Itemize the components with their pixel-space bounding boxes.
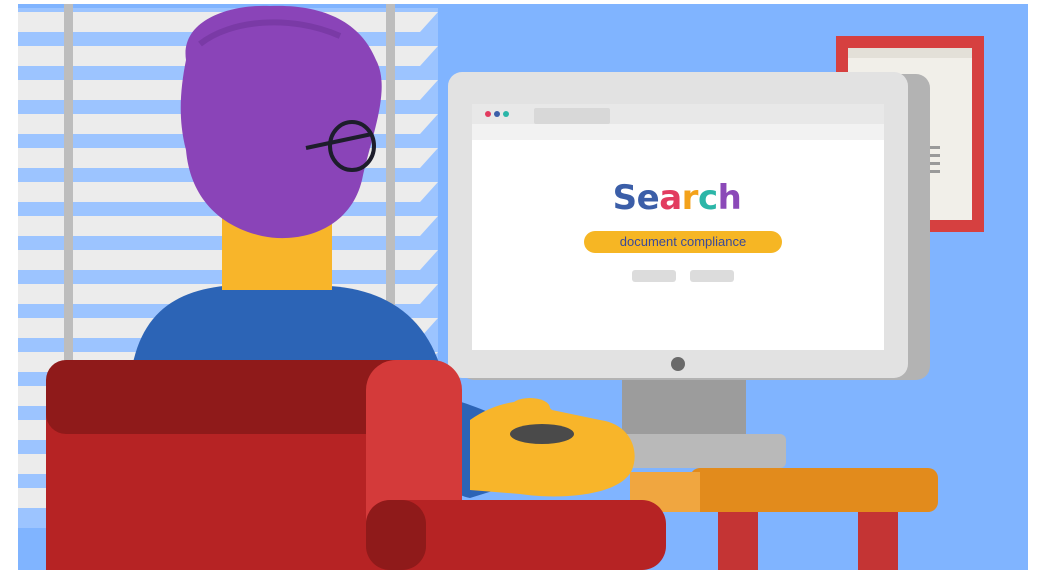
search-title-letter: a <box>659 178 682 218</box>
scene-artwork <box>18 4 1028 570</box>
search-title-letter: r <box>681 178 699 218</box>
search-query-field[interactable]: document compliance <box>584 231 782 253</box>
search-title-letter: h <box>717 178 742 218</box>
search-button[interactable] <box>632 270 676 282</box>
illustration-scene: Search document compliance <box>0 0 1038 570</box>
search-title: Search <box>472 178 882 218</box>
search-title-letter: c <box>697 178 718 218</box>
search-title-letter: S <box>612 178 638 218</box>
search-title-letter: e <box>636 178 660 218</box>
lucky-button[interactable] <box>690 270 734 282</box>
